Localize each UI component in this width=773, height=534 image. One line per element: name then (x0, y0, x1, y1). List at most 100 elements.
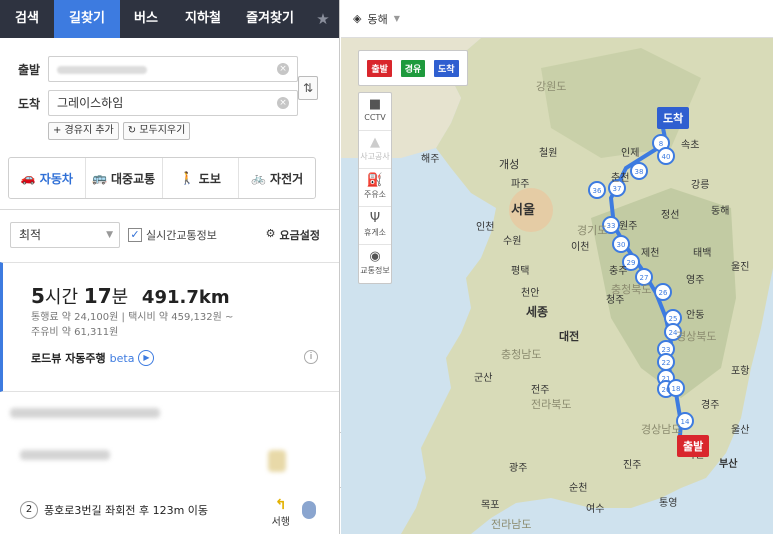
blurred-step (10, 408, 160, 418)
end-flag-button[interactable]: 도착 (434, 59, 459, 77)
destination-input[interactable]: 그레이스하임 × (48, 90, 298, 116)
turn-direction: ↰ 서행 (272, 497, 290, 528)
mode-walk[interactable]: 🚶 도보 (163, 158, 240, 198)
blurred-step-icon (268, 450, 286, 472)
tool-construction[interactable]: ▲ 사고공사 (359, 131, 391, 169)
route-marker-label: 38 (635, 168, 644, 176)
tab-search[interactable]: 검색 (0, 0, 54, 38)
province-label: 경상북도 (676, 330, 716, 343)
city-label: 철원 (539, 147, 557, 159)
route-marker-label: 36 (593, 187, 602, 195)
city-label: 속초 (681, 139, 699, 151)
city-label: 군산 (474, 372, 492, 384)
mode-transit[interactable]: 🚌 대중교통 (86, 158, 163, 198)
route-marker-label: 26 (659, 289, 668, 297)
route-marker-label: 27 (640, 274, 649, 282)
city-label: 개성 (499, 158, 519, 171)
city-label: 수원 (503, 235, 521, 247)
tool-traffic-info[interactable]: ◉ 교통정보 (359, 245, 391, 283)
city-label: 제천 (641, 247, 659, 259)
walk-icon: 🚶 (179, 171, 195, 185)
province-label: 경기도 (577, 224, 607, 237)
direction-step[interactable]: 2 풍호로3번길 좌회전 후 123m 이동 ↰ 서행 (20, 495, 320, 528)
city-label: 이천 (571, 241, 589, 253)
minutes-unit: 분 (111, 287, 129, 308)
province-label: 충청남도 (501, 348, 541, 361)
route-options: 최적 ▼ ✓ 실시간교통정보 ⚙ 요금설정 (10, 222, 320, 248)
province-label: 전라북도 (531, 398, 571, 411)
clear-destination-icon[interactable]: × (277, 97, 289, 109)
city-label: 순천 (569, 482, 587, 494)
tab-directions[interactable]: 길찾기 (54, 0, 120, 38)
gear-icon: ⚙ (265, 227, 276, 240)
info-icon[interactable]: i (304, 350, 318, 364)
tab-favorites[interactable]: 즐겨찾기 (234, 0, 306, 38)
route-marker-label: 40 (662, 153, 671, 161)
city-label: 인제 (621, 147, 639, 159)
city-label: 진주 (623, 459, 641, 471)
route-marker-label: 25 (669, 315, 678, 323)
origin-input[interactable]: × (48, 56, 298, 82)
map-canvas[interactable]: 8 40 38 37 36 33 30 29 27 26 25 24 23 22… (341, 38, 773, 534)
start-flag-button[interactable]: 출발 (367, 59, 392, 77)
hours-value: 5 (31, 284, 45, 308)
tool-cctv[interactable]: ■ CCTV (359, 93, 391, 131)
fuel-cost: 주유비 약 61,311원 (31, 327, 119, 338)
route-summary[interactable]: 5시간 17분 491.7km 통행료 약 24,100원 | 택시비 약 45… (0, 262, 339, 392)
tab-bus[interactable]: 버스 (120, 0, 172, 38)
mode-walk-label: 도보 (198, 171, 221, 186)
roadview-drive-button[interactable]: 로드뷰 자동주행 beta ▶ (31, 350, 155, 366)
destination-pin[interactable]: 도착 (657, 107, 690, 129)
city-label: 경주 (701, 398, 719, 411)
voice-guide-icon[interactable] (302, 501, 316, 519)
province-label: 충청북도 (611, 283, 651, 296)
swap-icon[interactable]: ⇅ (298, 76, 318, 100)
city-label: 포항 (731, 365, 749, 377)
route-duration: 5시간 17분 491.7km (31, 283, 230, 309)
mode-bicycle-label: 자전거 (270, 171, 304, 186)
realtime-traffic-checkbox[interactable]: ✓ 실시간교통정보 (128, 227, 217, 243)
route-marker-label: 22 (662, 359, 671, 367)
city-label: 원주 (619, 220, 637, 232)
gas-station-icon: ⛽ (366, 173, 384, 188)
taxi-fare: 택시비 약 459,132원 ~ (128, 312, 234, 323)
route-marker-label: 18 (672, 385, 681, 393)
add-waypoint-button[interactable]: + 경유지 추가 (48, 122, 119, 140)
tab-subway[interactable]: 지하철 (172, 0, 234, 38)
tool-gas-station[interactable]: ⛽ 주유소 (359, 169, 391, 207)
clear-all-label: 모두지우기 (139, 125, 186, 136)
bicycle-icon: 🚲 (251, 171, 267, 185)
route-distance: 491.7km (142, 287, 230, 308)
tool-rest-area[interactable]: Ψ 휴게소 (359, 207, 391, 245)
top-navigation: 검색 길찾기 버스 지하철 즐겨찾기 ★ (0, 0, 339, 38)
star-icon[interactable]: ★ (306, 0, 339, 38)
city-label: 태백 (693, 247, 711, 259)
clear-all-button[interactable]: ↻ 모두지우기 (122, 122, 191, 140)
play-icon[interactable]: ▶ (138, 350, 155, 366)
city-label: 충주 (609, 265, 627, 277)
fare-info: 통행료 약 24,100원 | 택시비 약 459,132원 ~ 주유비 약 6… (31, 312, 234, 338)
tool-construction-label: 사고공사 (360, 152, 390, 161)
fee-settings-button[interactable]: ⚙ 요금설정 (266, 227, 320, 243)
city-label: 해주 (421, 152, 439, 165)
mode-car[interactable]: 🚗 자동차 (9, 158, 86, 198)
map-location-bar[interactable]: ◈ 동해 ▼ (341, 0, 773, 38)
route-marker-label: 8 (659, 140, 663, 148)
map-area[interactable]: ◈ 동해 ▼ 8 40 38 37 36 33 30 29 27 26 25 2… (341, 0, 773, 534)
waypoint-flag-button[interactable]: 경유 (400, 59, 426, 77)
clear-origin-icon[interactable]: × (277, 63, 289, 75)
city-label: 전주 (531, 384, 549, 396)
route-actions: + 경유지 추가 ↻ 모두지우기 (48, 122, 191, 140)
city-label: 강릉 (691, 179, 709, 191)
mode-car-label: 자동차 (39, 171, 73, 186)
origin-pin[interactable]: 출발 (677, 435, 710, 457)
chevron-down-icon: ▼ (393, 14, 400, 23)
map-tools: ■ CCTV ▲ 사고공사 ⛽ 주유소 Ψ 휴게소 ◉ 교통정보 (358, 92, 392, 284)
hours-unit: 시간 (44, 287, 79, 308)
route-type-select[interactable]: 최적 ▼ (10, 222, 120, 248)
city-label: 영주 (686, 274, 704, 286)
route-marker-label: 29 (627, 259, 636, 267)
fee-settings-label: 요금설정 (279, 229, 320, 242)
mode-bicycle[interactable]: 🚲 자전거 (239, 158, 315, 198)
route-marker-label: 30 (617, 241, 626, 249)
